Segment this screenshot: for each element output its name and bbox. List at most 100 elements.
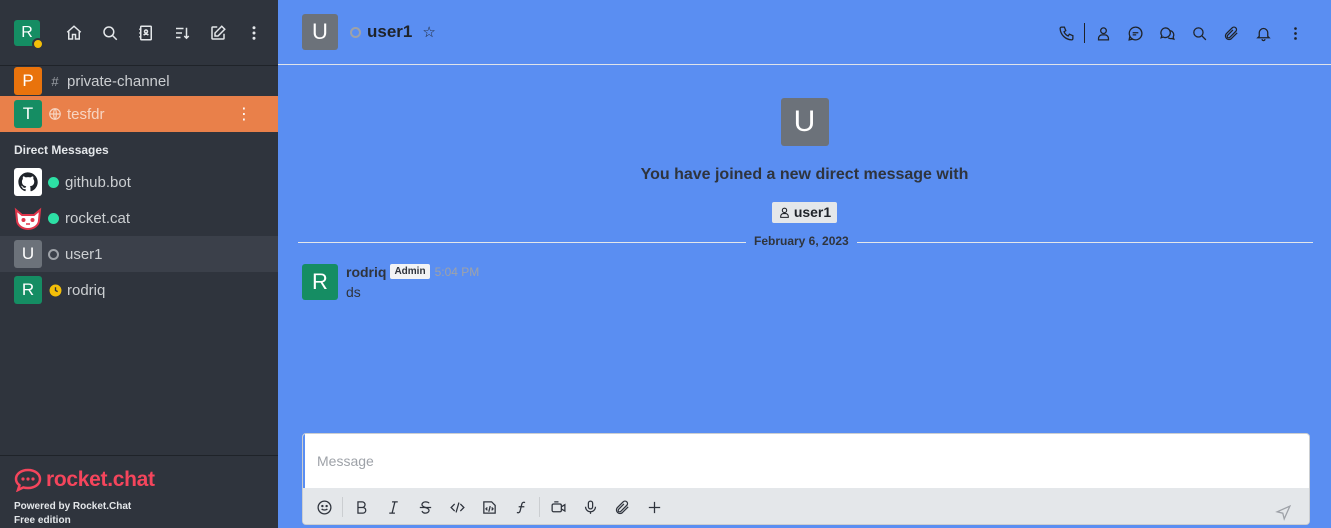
kebab-icon <box>1293 26 1297 40</box>
kebab-icon <box>252 25 256 40</box>
italic-icon <box>388 500 398 514</box>
rocket-chat-logo-icon <box>14 468 42 492</box>
sidebar-header: R <box>0 0 278 66</box>
powered-by-text: Powered by Rocket.Chat <box>14 501 132 512</box>
strikethrough-icon <box>419 500 431 514</box>
message-avatar[interactable]: R <box>302 264 338 300</box>
files-button[interactable] <box>1215 21 1247 45</box>
sidebar-item-label: rocket.cat <box>65 209 131 227</box>
star-icon[interactable]: ☆ <box>422 23 435 41</box>
room-header: U user1 ☆ <box>278 0 1331 65</box>
toolbar-divider <box>539 497 540 517</box>
sidebar-item-label: tesfdr <box>67 105 105 123</box>
upload-file-button[interactable] <box>606 493 638 521</box>
github-icon <box>18 172 38 192</box>
sidebar-item-label: user1 <box>65 245 103 263</box>
date-divider-label: February 6, 2023 <box>746 234 857 248</box>
plus-icon <box>648 501 660 513</box>
send-icon <box>1274 504 1291 521</box>
bell-icon <box>1255 27 1271 41</box>
phone-icon <box>1058 25 1074 41</box>
globe-icon <box>48 107 62 121</box>
dm-intro-text: You have joined a new direct message wit… <box>640 166 969 183</box>
room-avatar: P <box>14 67 42 95</box>
discussion-icon <box>1159 26 1175 40</box>
sort-icon <box>176 27 190 39</box>
paperclip-icon <box>1224 26 1238 40</box>
sidebar-item-private-channel[interactable]: P # private-channel <box>0 66 278 96</box>
audio-message-button[interactable] <box>574 493 606 521</box>
send-button[interactable] <box>1267 498 1299 524</box>
github-avatar <box>14 168 42 196</box>
away-status-indicator <box>32 37 44 50</box>
sidebar-item-rocket-cat[interactable]: rocket.cat <box>0 200 278 236</box>
sidebar-footer: rocket.chat Powered by Rocket.Chat Free … <box>0 455 278 528</box>
notifications-button[interactable] <box>1247 21 1279 45</box>
sidebar: R P # private-channel T tesfdr ⋮ Direct … <box>0 0 278 528</box>
user-avatar[interactable]: R <box>14 19 44 50</box>
microphone-icon <box>584 499 596 514</box>
inline-code-button[interactable] <box>441 493 473 521</box>
user-mention-chip[interactable]: user1 <box>771 202 838 223</box>
user-info-button[interactable] <box>1087 21 1119 45</box>
user-icon <box>779 207 789 218</box>
room-search-button[interactable] <box>1183 21 1215 45</box>
code-icon <box>449 501 465 513</box>
room-menu-icon[interactable]: ⋮ <box>236 104 252 124</box>
rocket-cat-icon <box>14 207 42 231</box>
message-composer <box>302 433 1310 525</box>
rocket-chat-logo[interactable]: rocket.chat <box>14 468 264 492</box>
video-message-button[interactable] <box>542 493 574 521</box>
discussions-button[interactable] <box>1151 21 1183 45</box>
message-username[interactable]: rodriq <box>346 264 386 280</box>
strikethrough-button[interactable] <box>409 493 441 521</box>
code-block-icon <box>482 500 496 514</box>
offline-status-indicator <box>350 26 361 38</box>
home-button[interactable] <box>56 15 92 51</box>
dm-intro: U You have joined a new direct message w… <box>278 98 1331 224</box>
message-input[interactable] <box>303 434 1309 488</box>
sidebar-item-label: rodriq <box>67 281 106 299</box>
room-menu-button[interactable] <box>1279 21 1311 45</box>
sidebar-item-user1[interactable]: U user1 <box>0 236 278 272</box>
create-new-button[interactable] <box>200 15 236 51</box>
room-avatar: T <box>14 100 42 128</box>
code-block-button[interactable] <box>473 493 505 521</box>
dm-intro-avatar: U <box>780 98 829 146</box>
paperclip-icon <box>615 500 629 514</box>
message[interactable]: R rodriq Admin 5:04 PM ds <box>302 264 479 300</box>
section-title: Direct Messages <box>14 143 109 157</box>
search-icon <box>103 25 118 40</box>
room-title[interactable]: user1 <box>367 22 412 42</box>
toolbar-divider <box>1084 23 1085 43</box>
directory-button[interactable] <box>128 15 164 51</box>
edition-text: Free edition <box>14 515 71 526</box>
threads-icon <box>1127 25 1143 41</box>
emoji-button[interactable] <box>308 493 340 521</box>
directory-icon <box>139 25 152 40</box>
room-header-avatar[interactable]: U <box>302 14 338 50</box>
bold-icon <box>356 500 366 514</box>
call-button[interactable] <box>1050 21 1082 45</box>
sidebar-item-github-bot[interactable]: github.bot <box>0 164 278 200</box>
offline-status-indicator <box>48 248 59 260</box>
search-button[interactable] <box>92 15 128 51</box>
message-body: ds <box>346 284 361 300</box>
toolbar-divider <box>342 497 343 517</box>
threads-button[interactable] <box>1119 21 1151 45</box>
sidebar-menu-button[interactable] <box>236 15 272 51</box>
sidebar-item-rodriq[interactable]: R rodriq <box>0 272 278 308</box>
italic-button[interactable] <box>377 493 409 521</box>
rocket-cat-avatar <box>14 204 42 232</box>
online-status-indicator <box>48 176 59 188</box>
room-header-toolbar <box>1050 21 1311 45</box>
message-timestamp: 5:04 PM <box>434 264 480 279</box>
sidebar-item-tesfdr[interactable]: T tesfdr ⋮ <box>0 96 278 132</box>
away-clock-icon <box>48 283 62 297</box>
sort-button[interactable] <box>164 15 200 51</box>
user-avatar: U <box>14 240 42 268</box>
more-actions-button[interactable] <box>638 493 670 521</box>
formula-button[interactable] <box>505 493 537 521</box>
home-icon <box>66 24 82 40</box>
bold-button[interactable] <box>345 493 377 521</box>
